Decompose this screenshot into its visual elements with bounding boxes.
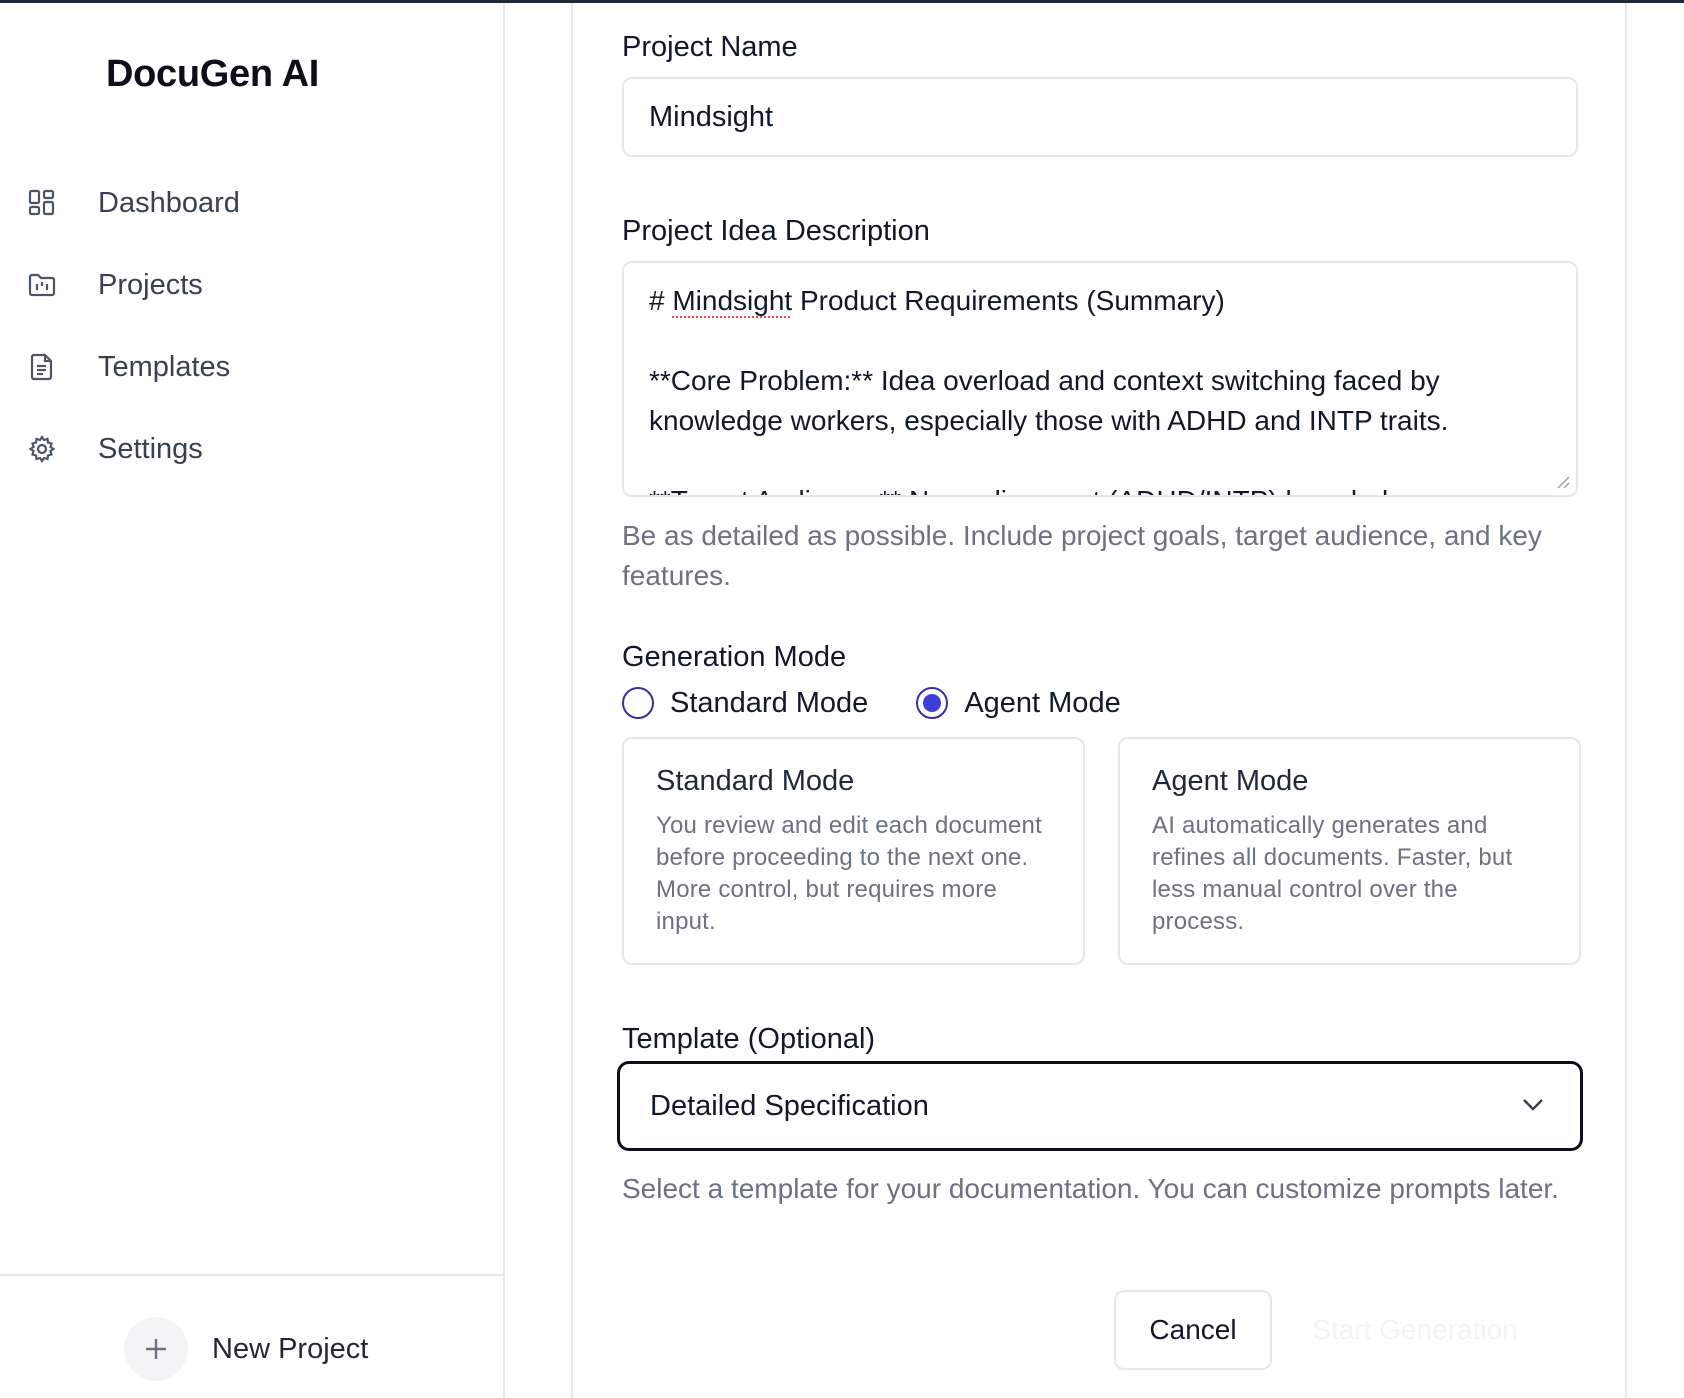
sidebar-item-label: Dashboard — [98, 186, 240, 219]
generation-mode-radio-group: Standard Mode Agent Mode — [622, 683, 1121, 723]
sidebar-item-label: Settings — [98, 432, 203, 465]
radio-unchecked-icon — [622, 687, 654, 719]
sidebar-item-dashboard[interactable]: Dashboard — [0, 173, 503, 233]
description-line-1: # Mindsight Product Requirements (Summar… — [649, 285, 1225, 316]
template-helper-text: Select a template for your documentation… — [622, 1173, 1559, 1204]
document-icon — [26, 351, 58, 383]
folder-icon — [26, 269, 58, 301]
sidebar: DocuGen AI Dashboard Projects Templates … — [0, 3, 505, 1398]
new-project-label: New Project — [212, 1332, 369, 1365]
sidebar-item-label: Templates — [98, 350, 231, 383]
gear-icon — [26, 433, 58, 465]
radio-checked-icon — [916, 687, 949, 719]
standard-mode-radio-label: Standard Mode — [670, 686, 869, 719]
standard-mode-card-title: Standard Mode — [656, 765, 855, 797]
standard-mode-radio[interactable]: Standard Mode — [622, 687, 868, 720]
agent-mode-card-title: Agent Mode — [1152, 765, 1309, 797]
project-name-input[interactable]: Mindsight — [622, 77, 1578, 157]
description-line-2: **Core Problem:** Idea overload and cont… — [649, 365, 1440, 396]
standard-mode-card-desc: You review and edit each document before… — [656, 812, 1042, 935]
generation-mode-label: Generation Mode — [622, 641, 847, 673]
template-select[interactable]: Detailed Specification — [617, 1061, 1583, 1151]
project-name-value: Mindsight — [649, 100, 774, 133]
sidebar-item-settings[interactable]: Settings — [0, 419, 503, 479]
sidebar-footer: New Project — [0, 1274, 503, 1398]
agent-mode-radio[interactable]: Agent Mode — [916, 686, 1121, 720]
agent-mode-radio-label: Agent Mode — [964, 686, 1121, 719]
sidebar-item-projects[interactable]: Projects — [0, 255, 503, 315]
brand-logo[interactable]: DocuGen AI — [106, 53, 319, 96]
cancel-button[interactable]: Cancel — [1114, 1290, 1272, 1370]
sidebar-item-label: Projects — [98, 268, 203, 301]
description-line-3: knowledge workers, especially those with… — [649, 405, 1449, 436]
dashboard-icon — [26, 187, 58, 219]
new-project-form: Project Name Mindsight Project Idea Desc… — [571, 3, 1627, 1398]
chevron-down-icon — [1523, 1099, 1543, 1111]
resize-handle-icon[interactable] — [1554, 473, 1570, 489]
description-helper-text: Be as detailed as possible. Include proj… — [622, 520, 1542, 591]
plus-icon — [124, 1317, 188, 1381]
description-label: Project Idea Description — [622, 215, 930, 247]
agent-mode-card[interactable]: Agent Mode AI automatically generates an… — [1118, 737, 1581, 965]
start-generation-button[interactable]: Start Generation — [1295, 1290, 1535, 1370]
new-project-button[interactable]: New Project — [124, 1316, 368, 1382]
sidebar-item-templates[interactable]: Templates — [0, 337, 503, 397]
template-select-value: Detailed Specification — [650, 1089, 929, 1122]
description-line-4: **Target Audience:** Neurodivergent (ADH… — [649, 481, 1551, 495]
project-name-label: Project Name — [622, 31, 798, 63]
description-textarea[interactable]: # Mindsight Product Requirements (Summar… — [622, 261, 1578, 497]
standard-mode-card[interactable]: Standard Mode You review and edit each d… — [622, 737, 1085, 965]
template-label: Template (Optional) — [622, 1023, 876, 1055]
agent-mode-card-desc: AI automatically generates and refines a… — [1152, 812, 1513, 935]
